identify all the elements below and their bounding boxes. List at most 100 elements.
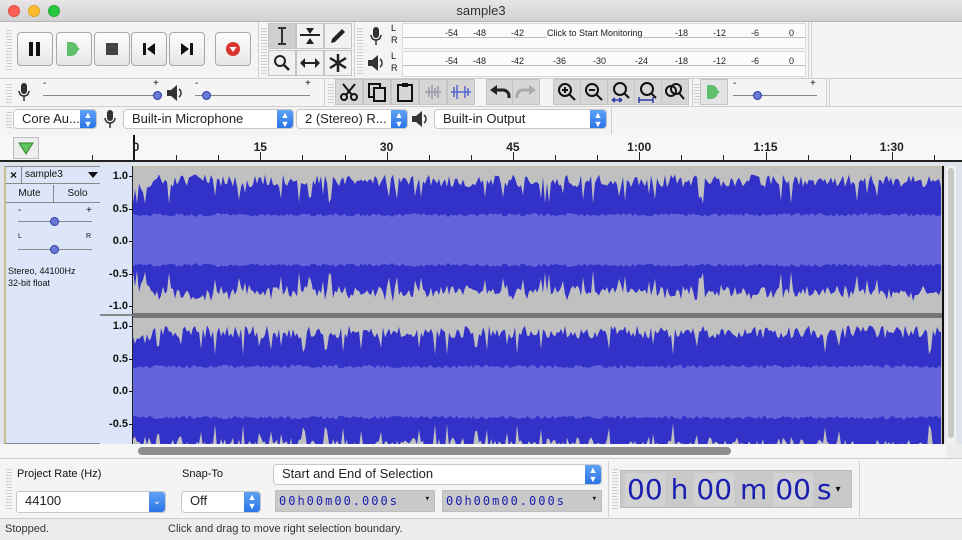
playback-volume-slider[interactable]: - + xyxy=(192,78,317,104)
vertical-ruler: 1.0 0.5 0.0 -0.5 -1.0 1.0 0.5 0.0 -0.5 xyxy=(100,166,133,444)
transport-toolbar-grip[interactable] xyxy=(6,28,12,70)
device-toolbar-grip[interactable] xyxy=(6,110,12,130)
mute-button[interactable]: Mute xyxy=(6,185,54,202)
trim-audio-button[interactable] xyxy=(419,79,447,105)
meter-tick-label: -12 xyxy=(713,28,727,38)
meter-tick-label: -48 xyxy=(473,28,487,38)
zoom-toggle-button[interactable] xyxy=(661,79,689,105)
minimize-window-button[interactable] xyxy=(28,5,40,17)
triangle-down-icon[interactable]: ▾ xyxy=(836,484,841,495)
zoom-out-button[interactable] xyxy=(580,79,608,105)
play-at-speed-button[interactable] xyxy=(700,79,728,105)
skip-to-start-button[interactable] xyxy=(131,32,167,66)
play-button[interactable] xyxy=(56,32,92,66)
start-monitoring-prompt[interactable]: Click to Start Monitoring xyxy=(547,28,643,38)
slider-knob[interactable] xyxy=(753,91,763,100)
ruler-tick xyxy=(344,155,346,160)
ruler-tick xyxy=(302,155,304,160)
skip-to-end-button[interactable] xyxy=(169,32,205,66)
ruler-tick xyxy=(849,155,851,160)
fit-selection-button[interactable] xyxy=(607,79,635,105)
project-rate-select[interactable]: 44100 ⌄ xyxy=(16,491,166,513)
ruler-tick xyxy=(597,155,599,160)
timeline-ruler[interactable]: 0 15 30 45 1:00 1:15 1:30 xyxy=(0,135,962,162)
horizontal-scrollbar[interactable] xyxy=(133,444,946,458)
tools-toolbar-grip[interactable] xyxy=(261,26,267,74)
waveform[interactable] xyxy=(133,167,942,444)
slider-knob[interactable] xyxy=(201,91,211,100)
mixer-toolbar-grip[interactable] xyxy=(6,82,12,104)
ruler-tick xyxy=(470,155,472,160)
copy-button[interactable] xyxy=(363,79,391,105)
triangle-down-icon[interactable]: ▾ xyxy=(425,489,432,509)
slider-max-label: + xyxy=(810,78,816,89)
amplitude-label: 1.0 xyxy=(112,170,128,182)
playback-meter[interactable]: -54 -48 -42 -36 -30 -24 -18 -12 -6 0 xyxy=(402,51,806,77)
timeline-options-button[interactable] xyxy=(13,137,39,159)
selection-mode-select[interactable]: Start and End of Selection ▲ ▼ xyxy=(273,464,602,485)
waveform-rms xyxy=(133,213,941,267)
draw-tool[interactable] xyxy=(324,23,352,49)
slider-knob[interactable] xyxy=(50,245,59,254)
close-track-button[interactable]: × xyxy=(6,167,22,183)
zoom-toggle-icon xyxy=(665,83,685,100)
stop-button[interactable] xyxy=(94,32,130,66)
undo-button[interactable] xyxy=(486,79,514,105)
window-title: sample3 xyxy=(456,3,506,18)
record-meter-button[interactable] xyxy=(364,24,388,48)
record-button[interactable] xyxy=(215,32,251,66)
close-window-button[interactable] xyxy=(8,5,20,17)
vertical-scrollbar[interactable] xyxy=(946,166,956,444)
paste-button[interactable] xyxy=(391,79,419,105)
redo-button[interactable] xyxy=(512,79,540,105)
zoom-window-button[interactable] xyxy=(48,5,60,17)
selection-tool[interactable] xyxy=(268,23,296,49)
pan-slider[interactable]: L R xyxy=(16,233,96,255)
audio-host-select[interactable]: Core Au... ▲ ▼ xyxy=(13,109,97,129)
record-volume-slider[interactable]: - + xyxy=(40,78,165,104)
time-shift-tool[interactable] xyxy=(296,50,324,76)
solo-button[interactable]: Solo xyxy=(54,185,101,202)
vertical-scrollbar-thumb[interactable] xyxy=(948,168,954,438)
ruler-tick xyxy=(765,152,767,160)
playback-device-select[interactable]: Built-in Output ▲ ▼ xyxy=(434,109,607,129)
envelope-tool[interactable] xyxy=(296,23,324,49)
double-arrow-icon xyxy=(300,58,320,68)
playback-meter-channel-l: L xyxy=(391,51,397,61)
playback-meter-button[interactable] xyxy=(364,51,388,75)
edit-toolbar-grip[interactable] xyxy=(328,82,334,104)
zoom-in-button[interactable] xyxy=(553,79,581,105)
meter-tick-label: -30 xyxy=(593,56,607,66)
meter-toolbar-grip[interactable] xyxy=(357,26,363,74)
triangle-down-icon[interactable]: ▾ xyxy=(592,489,599,509)
pause-button[interactable] xyxy=(17,32,53,66)
audio-position-time[interactable]: 00 h 00 m 00 s ▾ xyxy=(620,470,852,508)
record-icon xyxy=(226,42,240,56)
title-bar: sample3 xyxy=(0,0,962,22)
play-speed-slider[interactable]: - + xyxy=(730,78,822,104)
silence-audio-button[interactable] xyxy=(447,79,475,105)
amplitude-label: -1.0 xyxy=(109,300,128,312)
gain-slider[interactable]: - + xyxy=(16,205,96,227)
ruler-tick xyxy=(512,152,514,160)
multi-tool[interactable] xyxy=(324,50,352,76)
recording-device-select[interactable]: Built-in Microphone ▲ ▼ xyxy=(123,109,294,129)
slider-knob[interactable] xyxy=(50,217,59,226)
cut-button[interactable] xyxy=(335,79,363,105)
record-meter[interactable]: -54 -48 -42 -18 -12 -6 0 Click to Start Monitor… xyxy=(402,23,806,49)
slider-min-label: - xyxy=(733,78,737,89)
recording-channels-select[interactable]: 2 (Stereo) R... ▲ ▼ xyxy=(296,109,408,129)
zoom-tool[interactable] xyxy=(268,50,296,76)
horizontal-scrollbar-thumb[interactable] xyxy=(138,447,731,455)
channel-divider[interactable] xyxy=(133,313,942,318)
snap-to-select[interactable]: Off ▲ ▼ xyxy=(181,491,261,513)
selection-end-time[interactable]: 00h00m00.000s ▾ xyxy=(442,490,602,512)
ruler-tick xyxy=(386,152,388,160)
audio-position-toolbar-grip[interactable] xyxy=(612,467,618,511)
slider-knob[interactable] xyxy=(153,91,162,100)
selection-start-time[interactable]: 00h00m00.000s ▾ xyxy=(275,490,435,512)
selection-toolbar-grip[interactable] xyxy=(6,467,12,511)
fit-project-button[interactable] xyxy=(634,79,662,105)
copy-icon xyxy=(368,83,386,102)
track-name-menu[interactable]: sample3 xyxy=(22,167,101,183)
